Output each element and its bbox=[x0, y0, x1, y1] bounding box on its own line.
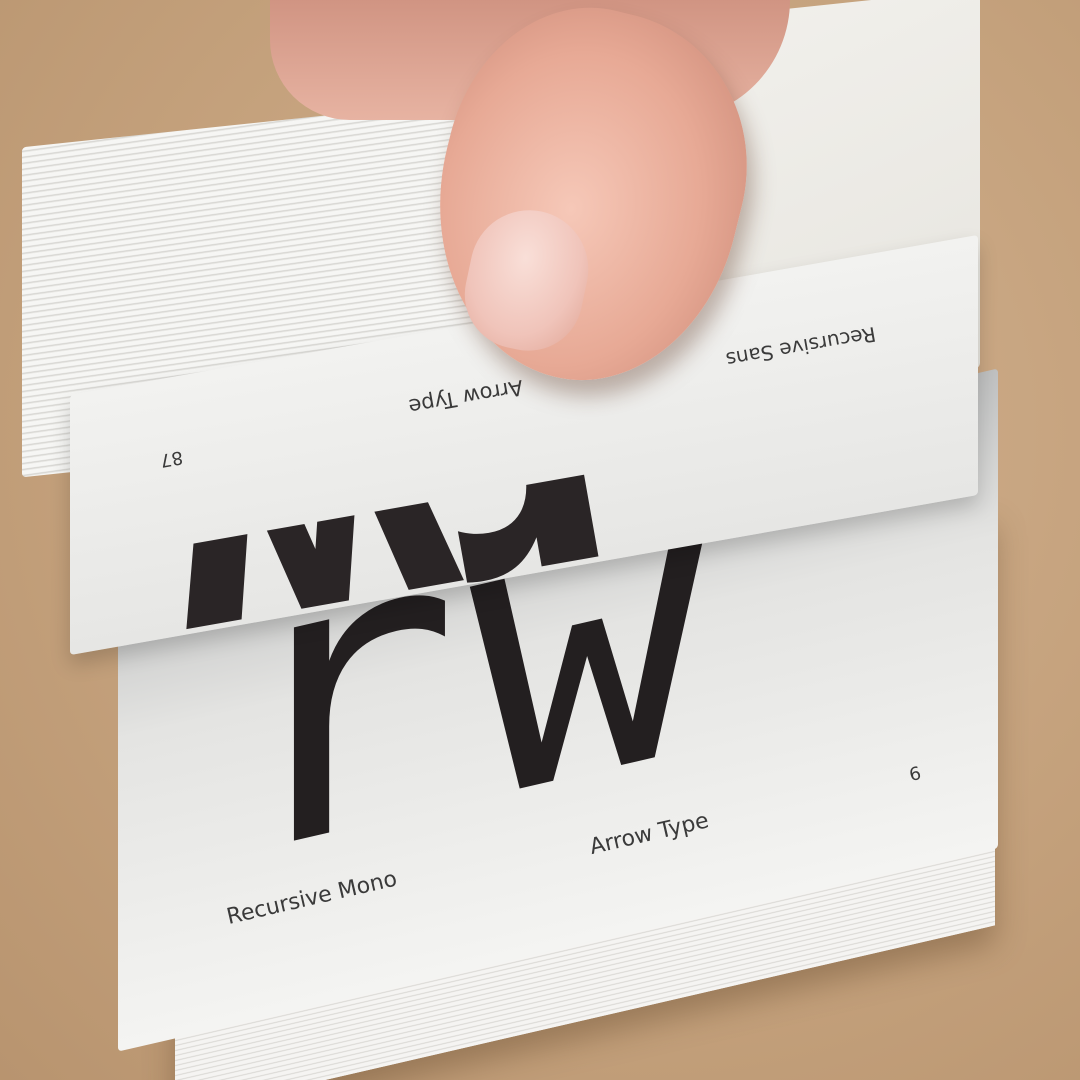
photo-scene: rw Recursive Mono Arrow Type 6 rw Recurs… bbox=[0, 0, 1080, 1080]
page-number-flipped: 87 bbox=[158, 446, 185, 471]
